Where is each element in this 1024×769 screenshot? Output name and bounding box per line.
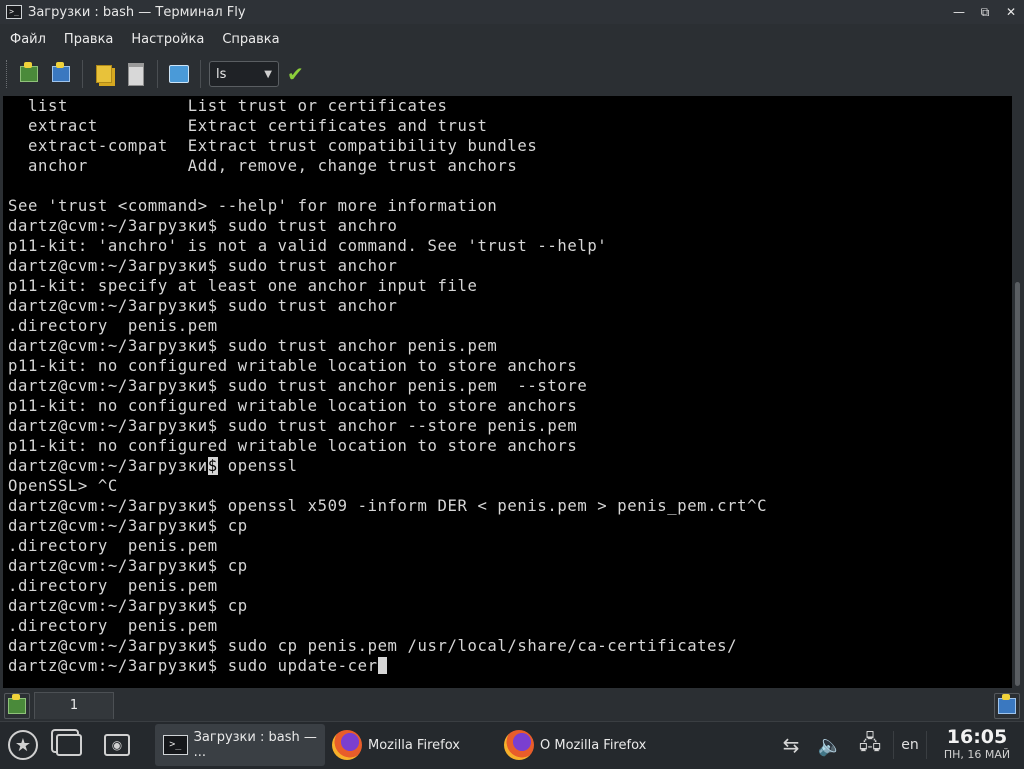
terminal-line: dartz@cvm:~/Загрузки$ sudo trust anchor [8,297,398,315]
close-button[interactable]: ✕ [1004,5,1018,19]
new-session-icon [20,62,38,82]
new-tab-button[interactable] [4,693,30,719]
menu-help[interactable]: Справка [213,32,288,47]
terminal-line: dartz@cvm:~/Загрузки$ sudo cp penis.pem … [8,637,738,655]
task-terminal[interactable]: >_ Загрузки : bash — ... [155,724,325,766]
window-title: Загрузки : bash — Терминал Fly [28,4,246,20]
show-windows-button[interactable] [52,728,86,762]
menu-file[interactable]: Файл [0,32,55,47]
task-firefox-about[interactable]: О Mozilla Firefox [500,724,670,766]
terminal-line: dartz@cvm:~/Загрузки$ sudo trust anchor … [8,337,498,355]
terminal-line: p11-kit: specify at least one anchor inp… [8,277,478,295]
terminal-line: extract Extract certificates and trust [8,117,488,135]
minimize-button[interactable]: — [952,5,966,19]
start-star-icon: ★ [8,730,38,760]
close-tab-button[interactable] [994,693,1020,719]
toolbar-separator [157,60,158,88]
toolbar: ls ▼ ✔ [0,54,1024,94]
session-tab-bar: 1 [0,690,1024,720]
task-label: О Mozilla Firefox [540,737,647,753]
eye-icon: ◉ [104,734,130,756]
task-label: Mozilla Firefox [368,737,460,753]
terminal-line: .directory penis.pem [8,617,218,635]
task-firefox[interactable]: Mozilla Firefox [328,724,496,766]
keyboard-layout-indicator[interactable]: en [893,731,927,759]
network-icon[interactable]: 🖧 [852,730,888,760]
terminal-line: OpenSSL> ^C [8,477,118,495]
close-session-button[interactable] [48,61,74,87]
copy-icon [96,65,112,83]
terminal-line: p11-kit: no configured writable location… [8,357,578,375]
menu-bar: Файл Правка Настройка Справка [0,24,1024,54]
toolbar-grip[interactable] [6,60,10,88]
terminal-line: See 'trust <command> --help' for more in… [8,197,498,215]
terminal-line: p11-kit: 'anchro' is not a valid command… [8,237,608,255]
terminal-scrollbar[interactable] [1012,96,1024,688]
paste-button[interactable] [123,61,149,87]
volume-icon[interactable]: 🔈 [814,730,846,760]
terminal-line: dartz@cvm:~/Загрузки$ cp [8,597,248,615]
terminal-line: .directory penis.pem [8,317,218,335]
terminal-icon: >_ [163,735,188,755]
windows-icon [56,734,82,756]
chevron-down-icon[interactable]: ▼ [264,69,272,80]
terminal-line: dartz@cvm:~/Загрузки$ sudo trust anchor [8,257,398,275]
menu-settings[interactable]: Настройка [122,32,213,47]
copy-button[interactable] [91,61,117,87]
menu-edit[interactable]: Правка [55,32,122,47]
toolbar-separator [200,60,201,88]
clock[interactable]: 16:05 ПН, 16 МАЙ [930,726,1024,762]
taskbar: ★ ◉ >_ Загрузки : bash — ... Mozilla Fir… [0,721,1024,769]
close-tab-icon [998,694,1016,714]
terminal-line: dartz@cvm:~/Загрузки$ cp [8,517,248,535]
new-session-button[interactable] [16,61,42,87]
terminal-line: .directory penis.pem [8,537,218,555]
terminal-app-icon: >_ [6,5,22,19]
terminal-line: extract-compat Extract trust compatibili… [8,137,538,155]
terminal-output[interactable]: list List trust or certificates extract … [3,96,1012,688]
terminal-line: dartz@cvm:~/Загрузки$ openssl [8,457,298,475]
scrollbar-thumb[interactable] [1015,282,1020,686]
usb-icon[interactable]: ⇆ [776,730,806,760]
terminal-line: dartz@cvm:~/Загрузки$ sudo trust anchor … [8,417,578,435]
window-titlebar[interactable]: >_ Загрузки : bash — Терминал Fly — ⧉ ✕ [0,0,1024,24]
terminal-line: dartz@cvm:~/Загрузки$ openssl x509 -info… [8,497,768,515]
terminal-line: .directory penis.pem [8,577,218,595]
clock-time: 16:05 [946,726,1008,748]
session-tab-1[interactable]: 1 [34,692,114,719]
terminal-line: dartz@cvm:~/Загрузки$ sudo trust anchor … [8,377,588,395]
command-combobox[interactable]: ls ▼ [209,61,279,87]
selection-highlight: $ [207,457,218,475]
paste-icon [128,62,144,86]
text-cursor [377,657,387,674]
task-label: Загрузки : bash — ... [193,730,317,760]
terminal-line: p11-kit: no configured writable location… [8,397,578,415]
terminal-line: dartz@cvm:~/Загрузки$ sudo trust anchro [8,217,398,235]
bookmarks-button[interactable] [166,61,192,87]
terminal-line: dartz@cvm:~/Загрузки$ sudo update-cer [8,656,1012,676]
start-menu-button[interactable]: ★ [6,728,40,762]
desktop-switch-button[interactable]: ◉ [100,728,134,762]
terminal-line: p11-kit: no configured writable location… [8,437,578,455]
execute-check-icon[interactable]: ✔ [287,61,304,87]
maximize-button[interactable]: ⧉ [978,5,992,20]
terminal-line: list List trust or certificates [8,97,448,115]
firefox-icon [504,730,534,760]
bookmarks-icon [169,65,189,83]
toolbar-separator [82,60,83,88]
clock-date: ПН, 16 МАЙ [943,748,1011,761]
new-tab-icon [8,694,26,714]
command-combobox-value: ls [216,66,227,82]
terminal-line: dartz@cvm:~/Загрузки$ cp [8,557,248,575]
terminal-line: anchor Add, remove, change trust anchors [8,157,518,175]
firefox-icon [332,730,362,760]
close-session-icon [52,62,70,82]
